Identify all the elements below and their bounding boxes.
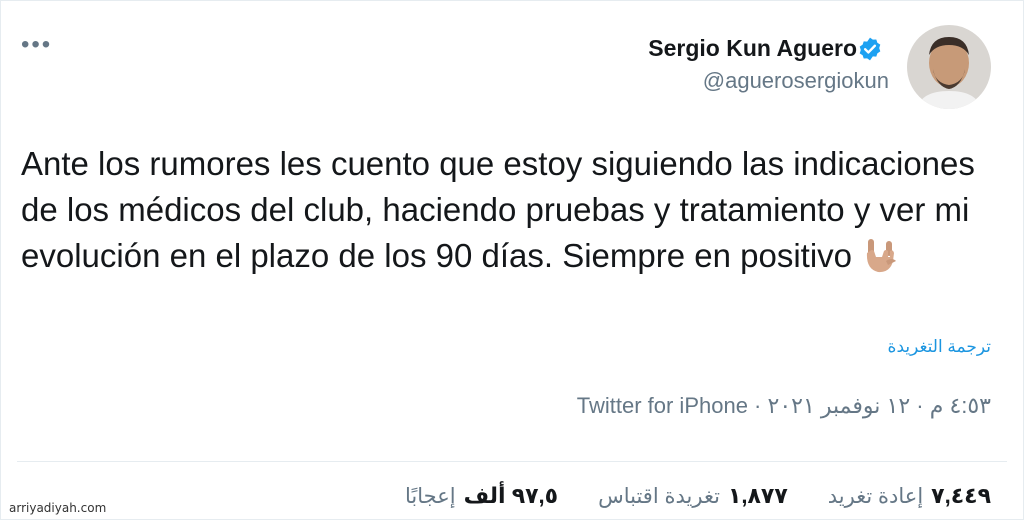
- quotes-stat[interactable]: ١,٨٧٧ تغريدة اقتباس: [598, 483, 788, 509]
- quotes-label: تغريدة اقتباس: [598, 485, 720, 508]
- user-info: Sergio Kun Aguero @aguerosergiokun: [648, 25, 889, 94]
- sign-of-the-horns-emoji-icon: [866, 239, 897, 273]
- translate-tweet-link[interactable]: ترجمة التغريدة: [888, 337, 991, 357]
- tweet-header: Sergio Kun Aguero @aguerosergiokun: [648, 25, 991, 109]
- verified-badge-icon: [859, 37, 881, 60]
- likes-label: إعجابًا: [405, 485, 456, 508]
- tweet-text: Ante los rumores les cuento que estoy si…: [21, 141, 981, 279]
- avatar[interactable]: [907, 25, 991, 109]
- name-row: Sergio Kun Aguero: [648, 35, 889, 62]
- tweet-metadata: ٤:٥٣ م · ١٢ نوفمبر ٢٠٢١ · Twitter for iP…: [577, 393, 991, 419]
- quotes-count: ١,٨٧٧: [727, 483, 788, 508]
- likes-count: ٩٧,٥ ألف: [463, 483, 559, 508]
- display-name[interactable]: Sergio Kun Aguero: [648, 35, 857, 62]
- watermark: arriyadiyah.com: [9, 501, 107, 515]
- likes-stat[interactable]: ٩٧,٥ ألف إعجابًا: [405, 483, 558, 509]
- user-handle[interactable]: @aguerosergiokun: [703, 68, 889, 94]
- retweets-label: إعادة تغريد: [827, 485, 924, 508]
- tweet-text-content: Ante los rumores les cuento que estoy si…: [21, 145, 975, 274]
- tweet-card: ••• Sergio Kun Aguero @aguerosergiokun A…: [0, 0, 1024, 520]
- retweets-stat[interactable]: ٧,٤٤٩ إعادة تغريد: [828, 483, 991, 509]
- more-options-icon[interactable]: •••: [21, 33, 52, 57]
- tweet-source-link[interactable]: Twitter for iPhone: [577, 393, 748, 418]
- tweet-stats: ٧,٤٤٩ إعادة تغريد ١,٨٧٧ تغريدة اقتباس ٩٧…: [405, 483, 991, 509]
- retweets-count: ٧,٤٤٩: [931, 483, 991, 508]
- divider: [17, 461, 1007, 462]
- tweet-timestamp[interactable]: ٤:٥٣ م · ١٢ نوفمبر ٢٠٢١ ·: [748, 393, 991, 418]
- profile-photo-icon: [907, 25, 991, 109]
